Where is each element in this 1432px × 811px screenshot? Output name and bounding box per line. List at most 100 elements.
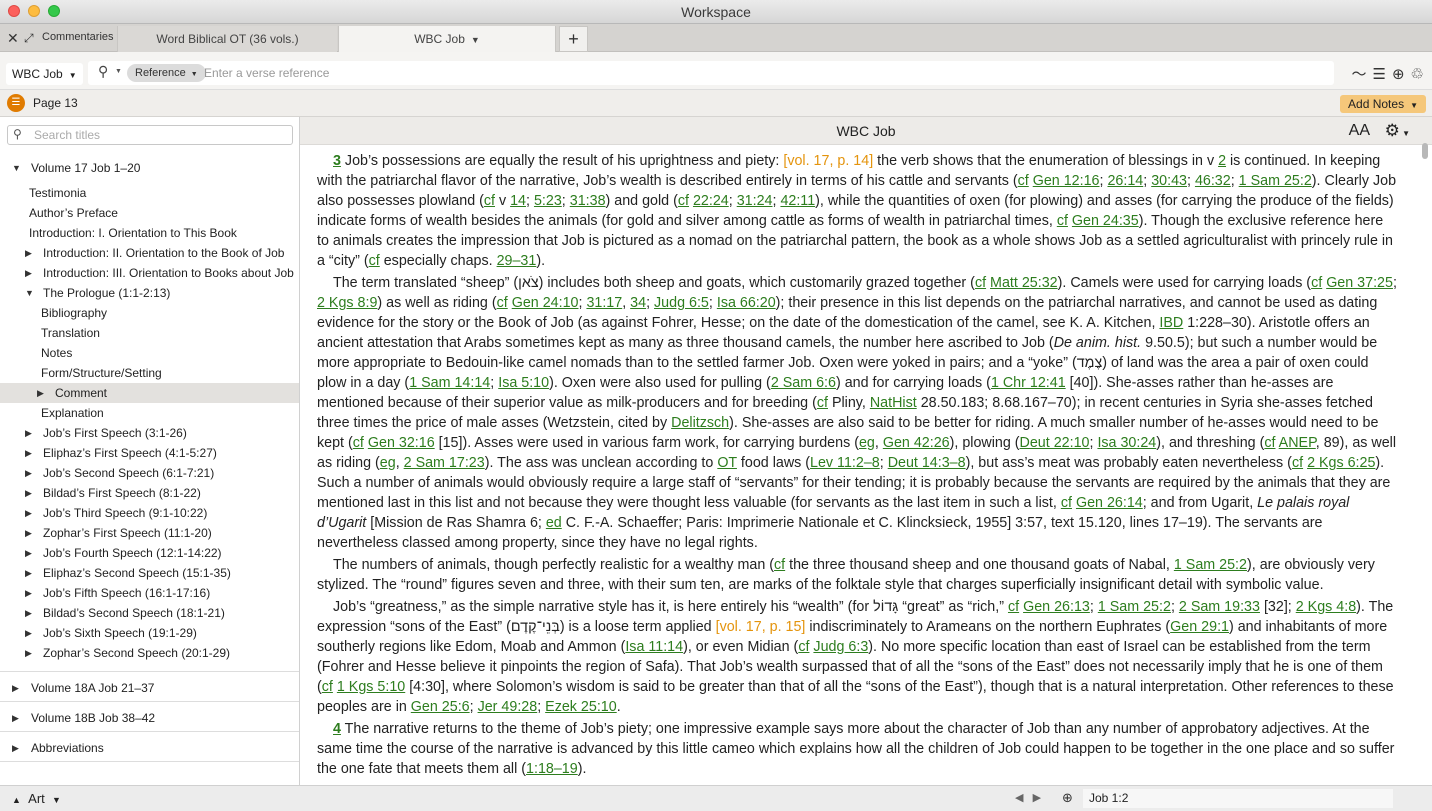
add-notes-label: Add Notes	[1348, 97, 1405, 111]
toc-item[interactable]: Notes	[0, 343, 299, 363]
toc-item[interactable]: Author’s Preface	[0, 203, 299, 223]
toc-item[interactable]: ▶ Job’s First Speech (3:1-26)	[0, 423, 299, 443]
toc-item[interactable]: ▶ Eliphaz’s First Speech (4:1-5:27)	[0, 443, 299, 463]
add-icon[interactable]: ⊕	[1392, 66, 1405, 83]
toc-item-label: Volume 18B Job 38–42	[31, 711, 156, 725]
back-icon[interactable]: ◀	[1015, 792, 1023, 804]
disclosure-closed-icon[interactable]: ▶	[12, 708, 19, 728]
toc-item[interactable]: Form/Structure/Setting	[0, 363, 299, 383]
toc-item[interactable]: ▶ Job’s Sixth Speech (19:1-29)	[0, 623, 299, 643]
toc-item-label: Introduction: III. Orientation to Books …	[43, 266, 294, 280]
disclosure-closed-icon[interactable]: ▶	[25, 563, 32, 583]
toc-item[interactable]: ▶ Job’s Fourth Speech (12:1-14:22)	[0, 543, 299, 563]
disclosure-closed-icon[interactable]: ▶	[25, 263, 32, 283]
search-icon[interactable]: ⚲	[98, 63, 108, 80]
toc-item[interactable]: Explanation	[0, 403, 299, 423]
toc-item[interactable]: ▶ Volume 18B Job 38–42	[0, 708, 299, 728]
disclosure-closed-icon[interactable]: ▶	[25, 243, 32, 263]
toc-item[interactable]: ▶ Volume 18A Job 21–37	[0, 678, 299, 698]
toc-item-label: Zophar’s First Speech (11:1-20)	[43, 526, 212, 540]
toc-item[interactable]: ▶ Eliphaz’s Second Speech (15:1-35)	[0, 563, 299, 583]
toc-item[interactable]: Translation	[0, 323, 299, 343]
toc-item[interactable]: ▶ Abbreviations	[0, 738, 299, 758]
disclosure-closed-icon[interactable]: ▶	[25, 423, 32, 443]
art-panel-toggle[interactable]: ▲ Art ▼	[12, 791, 61, 806]
toc-item-selected[interactable]: ▶ Comment	[0, 383, 299, 403]
minimize-window-button[interactable]	[28, 5, 40, 17]
toc-item[interactable]: ▶ Job’s Third Speech (9:1-10:22)	[0, 503, 299, 523]
font-size-icon[interactable]: AA	[1349, 117, 1370, 145]
toc-item-label: The Prologue (1:1-2:13)	[43, 286, 171, 300]
panel-menu-icon[interactable]: ☰	[1373, 66, 1386, 83]
search-mode-pill[interactable]: Reference ▼	[127, 64, 206, 82]
toc-item[interactable]: ▶ Job’s Fifth Speech (16:1-17:16)	[0, 583, 299, 603]
disclosure-closed-icon[interactable]: ▶	[25, 503, 32, 523]
tab-word-biblical-ot[interactable]: Word Biblical OT (36 vols.)	[117, 26, 337, 52]
chevron-down-icon[interactable]: ▼	[471, 35, 480, 45]
toc-item[interactable]: Testimonia	[0, 183, 299, 203]
close-window-button[interactable]	[8, 5, 20, 17]
disclosure-open-icon[interactable]: ▼	[12, 158, 21, 178]
disclosure-closed-icon[interactable]: ▶	[12, 738, 19, 758]
disclosure-closed-icon[interactable]: ▶	[25, 623, 32, 643]
zoom-window-button[interactable]	[48, 5, 60, 17]
disclosure-closed-icon[interactable]: ▶	[25, 643, 32, 663]
toc-item-label: Job’s First Speech (3:1-26)	[43, 426, 187, 440]
globe-icon[interactable]: ⊕	[1062, 790, 1073, 806]
disclosure-closed-icon[interactable]: ▶	[12, 678, 19, 698]
reading-pane: WBC Job AA ⚙ ▼ 3 Job’s possessions are e…	[300, 117, 1432, 785]
scrollbar-thumb[interactable]	[1422, 143, 1428, 159]
disclosure-closed-icon[interactable]: ▶	[25, 483, 32, 503]
toc-item[interactable]: ▶ Job’s Second Speech (6:1-7:21)	[0, 463, 299, 483]
expand-icon[interactable]: ⤢	[24, 31, 34, 46]
toc-item-label: Comment	[55, 386, 108, 400]
toc-item-label: Eliphaz’s First Speech (4:1-5:27)	[43, 446, 217, 460]
toolbar-icons: 〜 ☰ ⊕ ♲	[1346, 63, 1425, 84]
toc-item-label: Job’s Sixth Speech (19:1-29)	[43, 626, 197, 640]
paragraph: 3 Job’s possessions are equally the resu…	[317, 153, 1397, 269]
forward-icon[interactable]: ▶	[1033, 792, 1041, 804]
toolbar: WBC Job ▼ ⚲ ▼ Reference ▼ 〜 ☰ ⊕ ♲	[0, 52, 1432, 90]
close-icon[interactable]: ✕	[7, 30, 19, 47]
chevron-down-icon[interactable]: ▼	[115, 68, 122, 75]
gear-icon[interactable]: ⚙ ▼	[1385, 117, 1410, 148]
toc-item[interactable]: ▼ The Prologue (1:1-2:13)	[0, 283, 299, 303]
disclosure-closed-icon[interactable]: ▶	[25, 463, 32, 483]
toc-item[interactable]: ▶ Introduction: III. Orientation to Books…	[0, 263, 299, 283]
toc-item[interactable]: ▶ Zophar’s Second Speech (20:1-29)	[0, 643, 299, 663]
toc-item-label: Bildad’s Second Speech (18:1-21)	[43, 606, 225, 620]
toc-item[interactable]: ▶ Zophar’s First Speech (11:1-20)	[0, 523, 299, 543]
title-bar: Workspace	[0, 0, 1432, 24]
disclosure-closed-icon[interactable]: ▶	[25, 543, 32, 563]
toc-item[interactable]: ▶ Bildad’s First Speech (8:1-22)	[0, 483, 299, 503]
panel-label[interactable]: Commentaries	[42, 31, 114, 43]
sync-icon[interactable]: ♲	[1411, 66, 1424, 83]
toc-item-label: Eliphaz’s Second Speech (15:1-35)	[43, 566, 231, 580]
disclosure-closed-icon[interactable]: ▶	[25, 523, 32, 543]
toc-item[interactable]: Introduction: I. Orientation to This Boo…	[0, 223, 299, 243]
visual-filter-icon[interactable]: 〜	[1352, 66, 1367, 83]
reference-input[interactable]	[204, 63, 1104, 83]
toc-item[interactable]: ▼ Volume 17 Job 1–20	[0, 158, 299, 178]
disclosure-closed-icon[interactable]: ▶	[25, 583, 32, 603]
toc-item[interactable]: Bibliography	[0, 303, 299, 323]
paragraph: The numbers of animals, though perfectly…	[317, 557, 1375, 593]
disclosure-closed-icon[interactable]: ▶	[25, 443, 32, 463]
add-tab-button[interactable]: +	[559, 26, 588, 52]
disclosure-closed-icon[interactable]: ▶	[37, 383, 44, 403]
chevron-up-icon: ▲	[12, 795, 21, 805]
resource-select[interactable]: WBC Job ▼	[6, 63, 83, 85]
toc-item[interactable]: ▶ Introduction: II. Orientation to the Bo…	[0, 243, 299, 263]
disclosure-open-icon[interactable]: ▼	[25, 283, 34, 303]
title-search-input[interactable]	[34, 127, 284, 143]
table-of-contents-icon[interactable]: ☰	[7, 94, 25, 112]
toc-item[interactable]: ▶ Bildad’s Second Speech (18:1-21)	[0, 603, 299, 623]
tab-wbc-job[interactable]: WBC Job ▼	[338, 26, 556, 52]
divider	[0, 731, 299, 732]
commentary-text: 3 Job’s possessions are equally the resu…	[317, 151, 1399, 781]
add-notes-button[interactable]: Add Notes ▼	[1340, 95, 1426, 113]
disclosure-closed-icon[interactable]: ▶	[25, 603, 32, 623]
current-reference[interactable]: Job 1:2	[1083, 789, 1393, 808]
toc-item-label: Translation	[41, 326, 100, 340]
resource-header: WBC Job AA ⚙ ▼	[300, 117, 1432, 145]
